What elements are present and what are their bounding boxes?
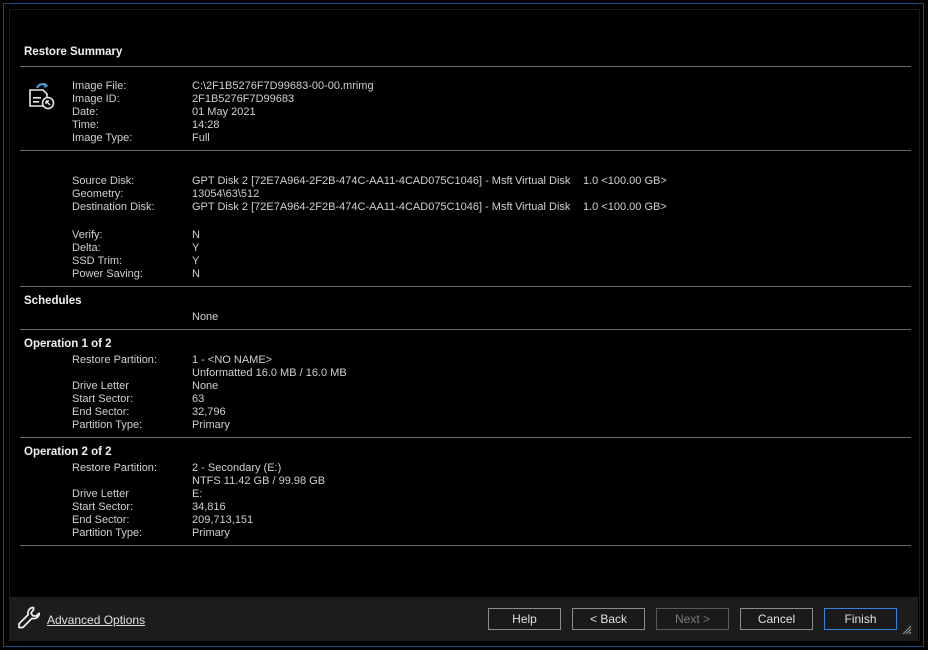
divider — [20, 329, 911, 330]
restore-wizard-window: Restore Summary Image File: C:\2F1B5276F… — [3, 3, 924, 647]
divider — [20, 66, 911, 67]
time-label: Time: — [72, 119, 100, 131]
delta-value: Y — [192, 242, 200, 254]
source-disk-size: 1.0 <100.00 GB> — [583, 175, 667, 187]
source-disk-type: Virtual Disk — [515, 175, 571, 187]
op1-restore-partition-label: Restore Partition: — [72, 354, 157, 366]
image-file-value: C:\2F1B5276F7D99683-00-00.mrimg — [192, 80, 374, 92]
source-disk-value: GPT Disk 2 [72E7A964-2F2B-474C-AA11-4CAD… — [192, 175, 513, 187]
divider — [20, 150, 911, 151]
ssd-trim-label: SSD Trim: — [72, 255, 123, 267]
image-id-label: Image ID: — [72, 93, 120, 105]
op2-drive-letter-value: E: — [192, 488, 203, 500]
destination-disk-value: GPT Disk 2 [72E7A964-2F2B-474C-AA11-4CAD… — [192, 201, 513, 213]
op2-partition-type-label: Partition Type: — [72, 527, 143, 539]
verify-label: Verify: — [72, 229, 103, 241]
image-type-value: Full — [192, 132, 210, 144]
window-inner-frame — [9, 9, 920, 641]
op1-drive-letter-value: None — [192, 380, 219, 392]
delta-label: Delta: — [72, 242, 101, 254]
op2-start-sector-value: 34,816 — [192, 501, 226, 513]
time-value: 14:28 — [192, 119, 220, 131]
destination-disk-size: 1.0 <100.00 GB> — [583, 201, 667, 213]
op2-drive-letter-label: Drive Letter — [72, 488, 129, 500]
date-value: 01 May 2021 — [192, 106, 256, 118]
op1-end-sector-value: 32,796 — [192, 406, 226, 418]
destination-disk-type: Virtual Disk — [515, 201, 571, 213]
op1-end-sector-label: End Sector: — [72, 406, 130, 418]
geometry-label: Geometry: — [72, 188, 124, 200]
source-disk-label: Source Disk: — [72, 175, 135, 187]
ssd-trim-value: Y — [192, 255, 200, 267]
help-button[interactable]: Help — [488, 608, 561, 630]
op1-restore-partition-value: 1 - <NO NAME> — [192, 354, 273, 366]
op1-restore-partition-detail: Unformatted 16.0 MB / 16.0 MB — [192, 367, 347, 379]
op1-drive-letter-label: Drive Letter — [72, 380, 129, 392]
next-button[interactable]: Next > — [656, 608, 729, 630]
section-title-operation-2: Operation 2 of 2 — [24, 446, 112, 458]
geometry-value: 13054\63\512 — [192, 188, 260, 200]
power-saving-label: Power Saving: — [72, 268, 143, 280]
op2-partition-type-value: Primary — [192, 527, 230, 539]
op2-start-sector-label: Start Sector: — [72, 501, 134, 513]
op2-restore-partition-label: Restore Partition: — [72, 462, 157, 474]
image-id-value: 2F1B5276F7D99683 — [192, 93, 295, 105]
section-title-restore-summary: Restore Summary — [24, 46, 123, 58]
op2-restore-partition-detail: NTFS 11.42 GB / 99.98 GB — [192, 475, 326, 487]
op2-end-sector-label: End Sector: — [72, 514, 130, 526]
verify-value: N — [192, 229, 200, 241]
destination-disk-label: Destination Disk: — [72, 201, 155, 213]
date-label: Date: — [72, 106, 99, 118]
op1-partition-type-label: Partition Type: — [72, 419, 143, 431]
image-type-label: Image Type: — [72, 132, 133, 144]
op2-restore-partition-value: 2 - Secondary (E:) — [192, 462, 282, 474]
power-saving-value: N — [192, 268, 200, 280]
section-title-operation-1: Operation 1 of 2 — [24, 338, 112, 350]
image-file-label: Image File: — [72, 80, 127, 92]
op1-partition-type-value: Primary — [192, 419, 230, 431]
back-button[interactable]: < Back — [572, 608, 645, 630]
divider — [20, 286, 911, 287]
finish-button[interactable]: Finish — [824, 608, 897, 630]
schedules-value: None — [192, 311, 219, 323]
op2-end-sector-value: 209,713,151 — [192, 514, 254, 526]
wrench-icon — [18, 606, 41, 629]
cancel-button[interactable]: Cancel — [740, 608, 813, 630]
advanced-options-link[interactable]: Advanced Options — [47, 613, 145, 627]
resize-grip-icon[interactable] — [902, 625, 912, 635]
wizard-footer: Advanced Options Help < Back Next > Canc… — [10, 597, 918, 641]
section-title-schedules: Schedules — [24, 295, 82, 307]
op1-start-sector-value: 63 — [192, 393, 205, 405]
restore-image-icon — [29, 83, 55, 110]
divider — [20, 437, 911, 438]
divider — [20, 545, 911, 546]
op1-start-sector-label: Start Sector: — [72, 393, 134, 405]
